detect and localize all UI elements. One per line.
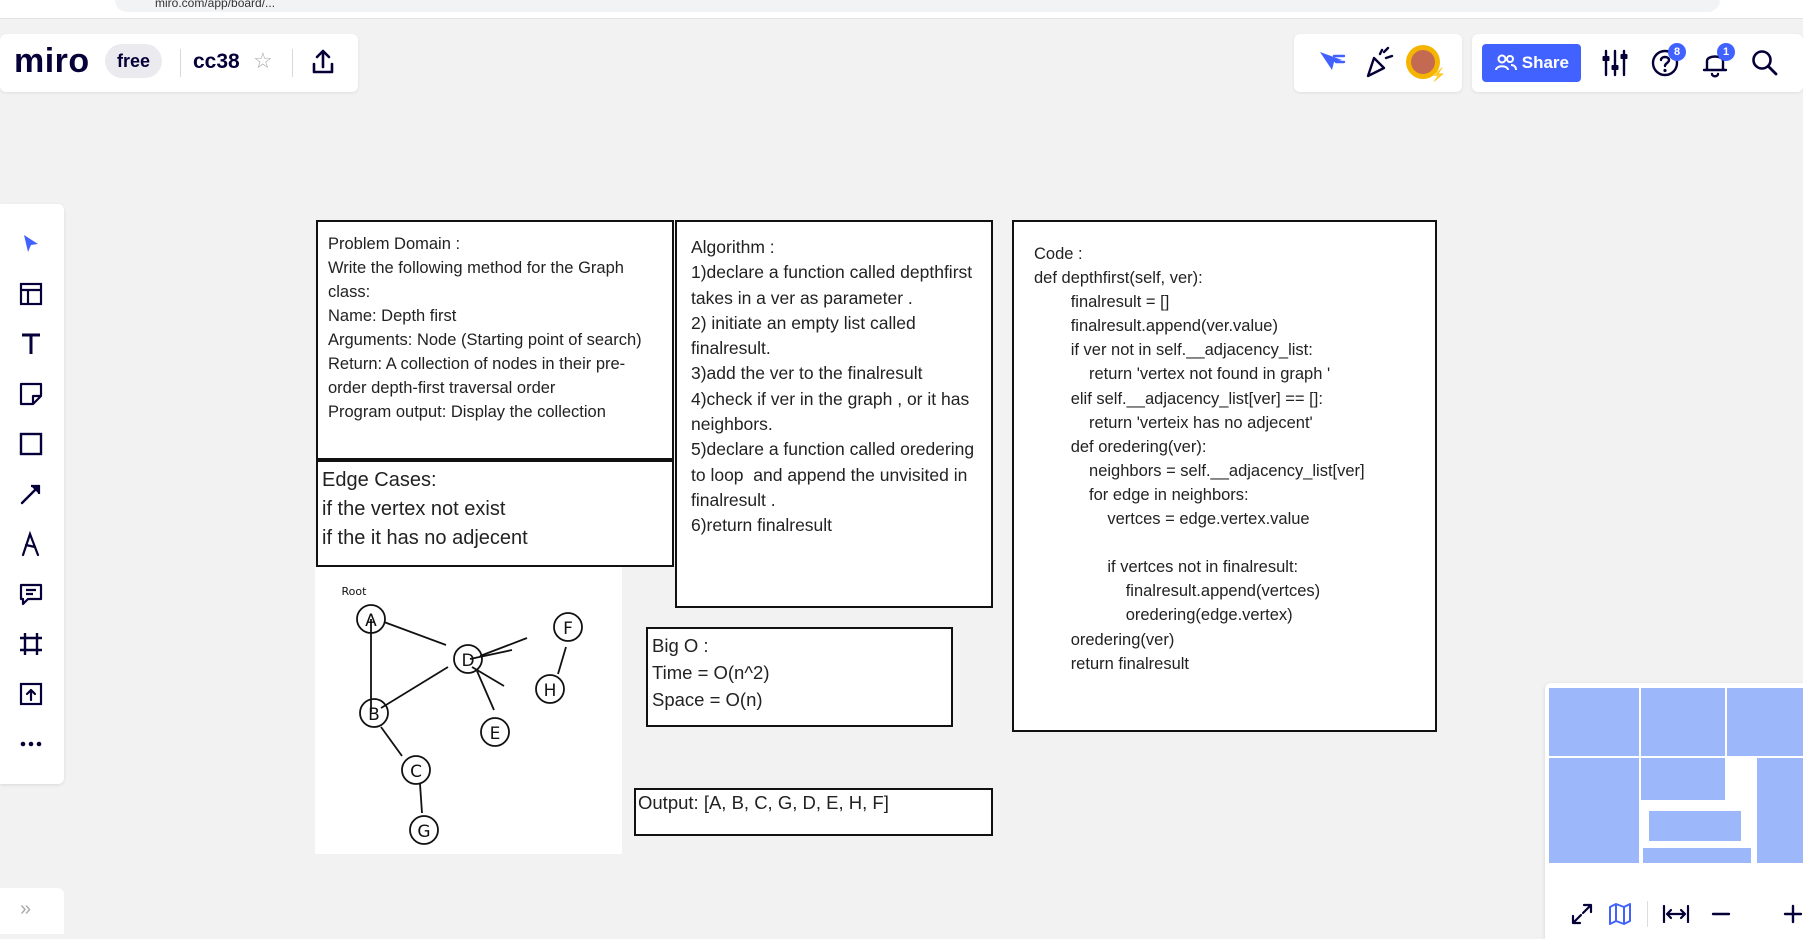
minimap-block [1643,848,1751,863]
node-label-e: E [490,724,501,744]
creation-toolbar [0,204,64,784]
sticky-note-tool[interactable] [14,377,48,411]
cursor-icon [24,235,38,252]
comment-icon [19,583,43,606]
graph-sketch: Root A B C D E F G H [342,585,583,845]
arrow-line-icon [20,484,41,505]
lightning-icon: ⚡ [1430,67,1447,82]
address-bar[interactable]: miro.com/app/board/... [115,0,1720,12]
minimap-block [1549,688,1639,756]
map-icon[interactable] [1607,901,1633,927]
shape-tool[interactable] [14,427,48,461]
more-dots-icon [20,741,42,747]
upload-tool[interactable] [14,677,48,711]
minimap-block [1641,758,1725,800]
zoom-in-icon[interactable] [1781,901,1803,927]
divider [1647,901,1648,927]
share-button[interactable]: Share [1482,44,1581,82]
url-text: miro.com/app/board/... [155,0,276,10]
text-icon [22,333,40,354]
more-tools[interactable] [14,727,48,761]
problem-domain-card[interactable]: Problem Domain : Write the following met… [316,220,674,460]
node-label-f: F [563,619,573,639]
divider [292,49,293,77]
template-icon [19,282,43,306]
node-label-g: G [417,822,430,842]
celebrate-icon[interactable] [1362,46,1396,80]
double-chevron-right-icon: » [20,898,32,920]
node-label-d: D [461,651,474,671]
minimap-block [1549,758,1639,863]
node-label-a: A [365,611,377,631]
fit-width-icon[interactable] [1661,901,1691,927]
edge-cases-card[interactable]: Edge Cases: if the vertex not exist if t… [316,460,674,567]
actions-panel: Share 8 1 [1472,34,1803,92]
minimap-block [1641,688,1725,756]
code-card[interactable]: Code : def depthfirst(self, ver): finalr… [1012,220,1437,732]
square-icon [19,432,43,456]
export-icon[interactable] [307,46,339,78]
graph-sketch-image[interactable]: Root A B C D E F G H [315,567,622,854]
comment-tool[interactable] [14,577,48,611]
minimap-block [1649,811,1741,841]
plan-badge[interactable]: free [105,44,163,78]
notification-badge: 1 [1717,43,1735,61]
star-icon[interactable]: ☆ [253,48,273,74]
share-people-icon [1495,54,1517,71]
pen-tool[interactable] [14,527,48,561]
browser-chrome: miro.com/app/board/... [0,0,1803,19]
board-name[interactable]: cc38 [193,50,240,74]
cursor-filter-icon[interactable] [1314,46,1348,80]
output-card[interactable]: Output: [A, B, C, G, D, E, H, F] [634,788,993,836]
zoom-out-icon[interactable] [1709,901,1733,927]
root-label: Root [342,585,368,598]
zoom-controls [1545,893,1803,934]
minimap-block [1757,758,1803,863]
expand-panel-button[interactable]: » [0,888,64,934]
select-tool[interactable] [14,227,48,261]
search-icon[interactable] [1748,46,1782,80]
miro-logo[interactable]: miro [14,42,90,81]
pen-icon [21,531,40,557]
upload-icon [19,682,43,706]
sticky-note-icon [19,382,43,406]
frame-tool[interactable] [14,627,48,661]
text-tool[interactable] [14,327,48,361]
node-label-h: H [544,681,557,701]
fullscreen-icon[interactable] [1569,901,1595,927]
algorithm-card[interactable]: Algorithm : 1)declare a function called … [675,220,993,608]
big-o-card[interactable]: Big O : Time = O(n^2) Space = O(n) [646,627,953,727]
frame-icon [20,633,42,655]
connection-line-tool[interactable] [14,477,48,511]
help-badge: 8 [1668,43,1686,61]
share-label: Share [1521,53,1569,72]
templates-tool[interactable] [14,277,48,311]
divider [180,49,181,77]
node-label-c: C [410,762,422,782]
board-header-panel: miro free cc38 ☆ [0,34,358,92]
node-label-b: B [368,705,380,725]
settings-sliders-icon[interactable] [1598,46,1632,80]
minimap-block [1727,688,1803,756]
collaboration-panel: ⚡ [1294,34,1462,92]
user-avatar[interactable]: ⚡ [1406,45,1446,82]
